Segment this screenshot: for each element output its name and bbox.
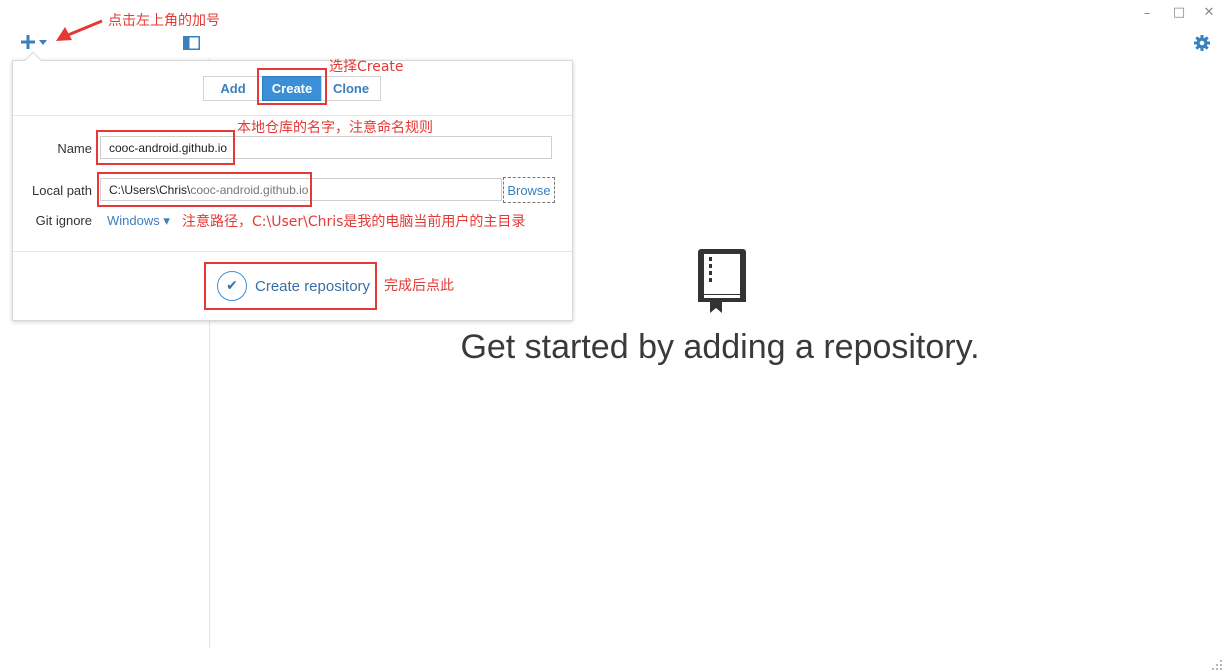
add-button[interactable]: [20, 34, 50, 52]
maximize-button[interactable]: □: [1170, 5, 1188, 21]
minimize-button[interactable]: –: [1138, 6, 1156, 22]
annotation-create: 选择Create: [329, 59, 404, 75]
name-label: Name: [57, 141, 92, 156]
popup-divider-top: [13, 115, 572, 116]
browse-button[interactable]: Browse: [503, 177, 555, 203]
plus-icon: [21, 35, 35, 49]
book-icon: [698, 249, 746, 313]
tab-clone[interactable]: Clone: [321, 76, 381, 101]
git-ignore-label: Git ignore: [35, 213, 92, 228]
annotation-arrow: [56, 19, 103, 41]
annotation-done: 完成后点此: [384, 278, 454, 294]
popup-notch: [24, 51, 42, 69]
annotation-top-left: 点击左上角的加号: [108, 13, 220, 29]
gear-icon[interactable]: [1194, 35, 1210, 51]
annotation-box-name: [96, 130, 235, 165]
panel-toggle-icon[interactable]: [183, 36, 200, 50]
caret-down-icon: [39, 40, 47, 45]
close-button[interactable]: ✕: [1200, 5, 1218, 21]
annotation-box-create: [257, 68, 327, 105]
annotation-box-path: [97, 172, 312, 207]
annotation-name: 本地仓库的名字，注意命名规则: [237, 120, 433, 136]
annotation-path: 注意路径，C:\User\Chris是我的电脑当前用户的主目录: [182, 214, 526, 230]
tab-add[interactable]: Add: [203, 76, 263, 101]
popup-divider-bottom: [13, 251, 572, 252]
resize-grip-icon[interactable]: [1212, 660, 1222, 670]
empty-state-title: Get started by adding a repository.: [460, 328, 980, 366]
git-ignore-dropdown[interactable]: Windows ▾: [107, 213, 170, 229]
annotation-box-create-repo: [204, 262, 377, 310]
local-path-label: Local path: [32, 183, 92, 198]
